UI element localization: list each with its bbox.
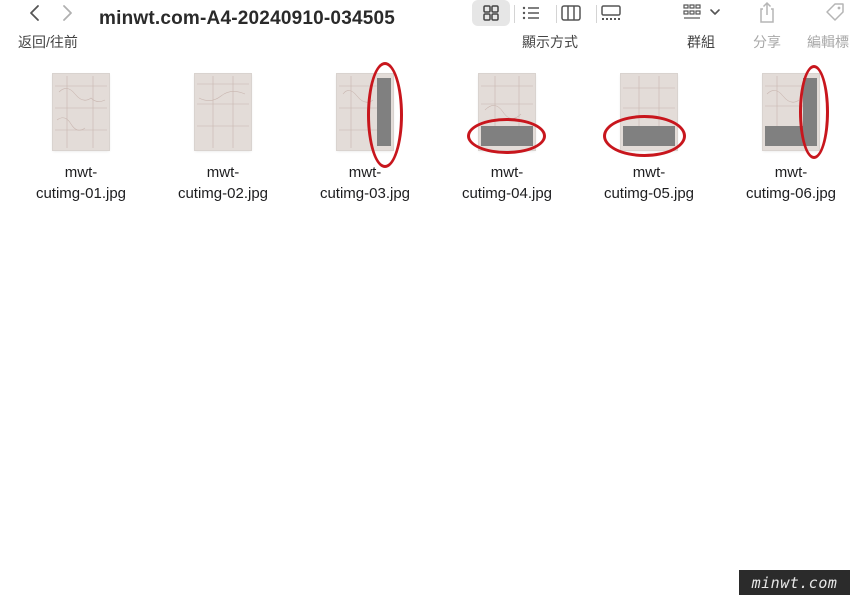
highlight-ring [799, 65, 829, 159]
back-forward-label: 返回/往前 [18, 34, 78, 50]
file-name: mwt- cutimg-06.jpg [745, 164, 837, 202]
map-thumbnail-icon [197, 76, 249, 148]
icon-grid-icon [483, 5, 499, 21]
group-label: 群組 [687, 34, 715, 50]
gallery-icon [601, 5, 621, 20]
icon-view-button[interactable] [472, 0, 510, 26]
view-mode-label: 顯示方式 [522, 34, 578, 50]
file-item[interactable]: mwt- cutimg-01.jpg [21, 70, 141, 210]
file-item[interactable]: mwt- cutimg-06.jpg [731, 65, 850, 210]
columns-icon [561, 5, 581, 21]
watermark: minwt.com [739, 570, 850, 595]
file-name: mwt- cutimg-02.jpg [177, 164, 269, 202]
column-view-button[interactable] [552, 0, 590, 26]
file-thumbnail [53, 74, 109, 150]
back-button[interactable] [24, 2, 46, 24]
file-name: mwt- cutimg-04.jpg [461, 164, 553, 202]
file-name: mwt- cutimg-01.jpg [35, 164, 127, 202]
file-item[interactable]: mwt- cutimg-05.jpg [589, 70, 709, 210]
file-item[interactable]: mwt- cutimg-02.jpg [163, 70, 283, 210]
map-thumbnail-icon [55, 76, 107, 148]
tag-label: 編輯標 [807, 34, 849, 50]
tag-icon [826, 3, 844, 21]
file-grid: mwt- cutimg-01.jpg mwt- cutimg-02.jpg mw… [0, 62, 850, 220]
file-name: mwt- cutimg-05.jpg [603, 164, 695, 202]
window-title: minwt.com-A4-20240910-034505 [99, 8, 396, 29]
highlight-ring [467, 118, 546, 154]
file-name: mwt- cutimg-03.jpg [319, 164, 411, 202]
chevron-right-icon [63, 5, 72, 21]
chevron-left-icon [30, 5, 39, 21]
gallery-view-button[interactable] [592, 0, 630, 26]
file-item[interactable]: mwt- cutimg-04.jpg [447, 70, 567, 210]
list-view-button[interactable] [512, 0, 550, 26]
highlight-ring [367, 62, 403, 168]
tag-button[interactable] [823, 0, 847, 26]
list-icon [522, 6, 539, 20]
forward-button[interactable] [56, 2, 78, 24]
file-item[interactable]: mwt- cutimg-03.jpg [305, 62, 425, 210]
share-icon [760, 1, 774, 23]
chevron-down-icon [710, 9, 720, 15]
file-thumbnail [195, 74, 251, 150]
share-button[interactable] [756, 0, 778, 26]
group-icon [683, 4, 720, 19]
toolbar: 返回/往前 minwt.com-A4-20240910-034505 顯示方式 … [0, 0, 850, 56]
highlight-ring [603, 115, 686, 157]
group-button[interactable] [680, 0, 730, 26]
share-label: 分享 [753, 34, 781, 50]
